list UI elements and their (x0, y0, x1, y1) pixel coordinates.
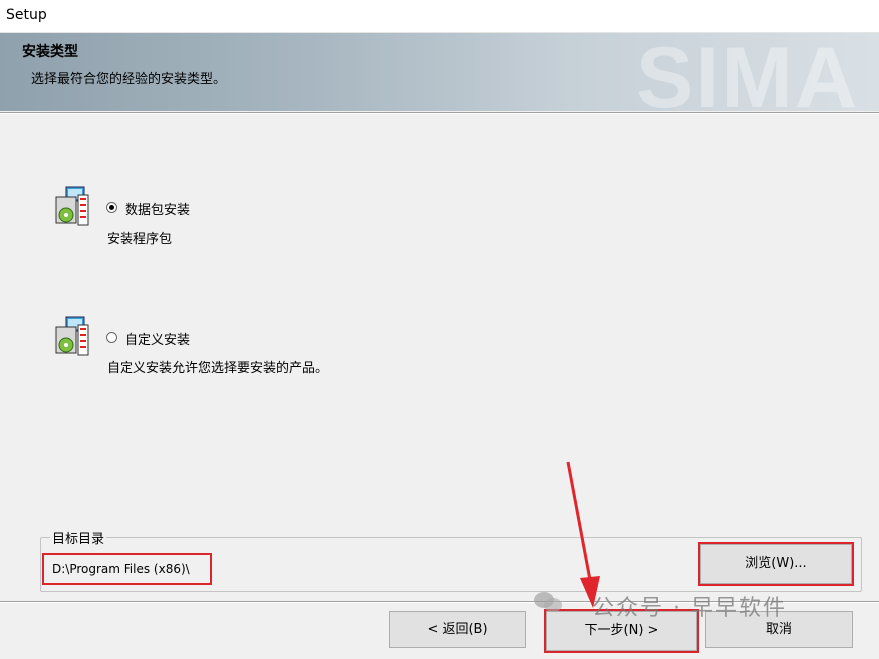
title-bar: Setup (0, 0, 879, 33)
option-label-custom-install[interactable]: 自定义安装 (125, 329, 190, 348)
page-subtitle: 选择最符合您的经验的安装类型。 (31, 72, 227, 87)
window-title: Setup (6, 7, 47, 23)
back-button[interactable]: < 返回(B) (389, 611, 526, 648)
page-title: 安装类型 (22, 44, 78, 60)
header-divider-highlight (0, 113, 879, 114)
radio-custom-install[interactable] (106, 332, 117, 343)
radio-package-install[interactable] (106, 202, 117, 213)
setup-window: Setup SIMA 安装类型 选择最符合您的经验的安装类型。 数据包安装 安装… (0, 0, 879, 659)
browse-button[interactable]: 浏览(W)... (698, 542, 854, 586)
option-desc-custom-install: 自定义安装允许您选择要安装的产品。 (107, 361, 329, 376)
option-label-package-install[interactable]: 数据包安装 (125, 199, 190, 218)
account-watermark: 公众号 · 早早软件 (592, 596, 787, 621)
custom-install-icon (55, 316, 89, 356)
header-banner: SIMA 安装类型 选择最符合您的经验的安装类型。 (0, 33, 879, 111)
wechat-logo-icon (534, 592, 562, 612)
option-desc-package-install: 安装程序包 (107, 232, 173, 247)
package-install-icon (55, 186, 89, 226)
install-path: D:\Program Files (x86)\ (42, 553, 212, 585)
target-directory-legend: 目标目录 (50, 528, 107, 547)
brand-watermark: SIMA (636, 33, 859, 111)
